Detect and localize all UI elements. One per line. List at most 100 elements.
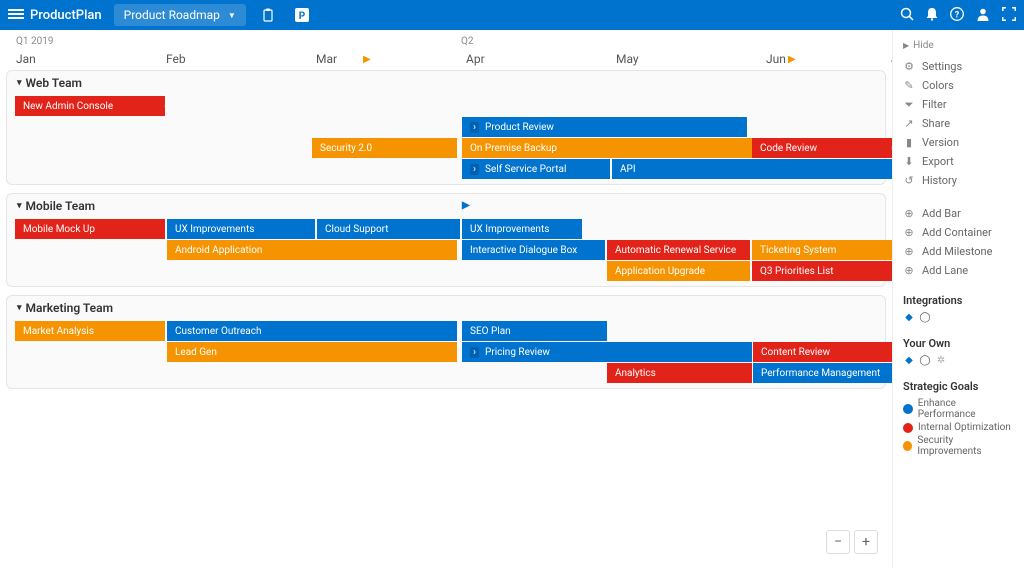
integration-diamond-icon[interactable]: ◆ xyxy=(903,311,915,323)
help-icon[interactable]: ? xyxy=(950,7,964,24)
bar-label: New Admin Console xyxy=(23,101,113,112)
bar-label: Ticketing System xyxy=(760,245,836,256)
bar-label: Mobile Mock Up xyxy=(23,224,95,235)
roadmap-bar[interactable]: Analytics xyxy=(607,363,752,383)
plus-circle-icon: ⊕ xyxy=(903,227,915,239)
track: AnalyticsPerformance Management xyxy=(7,363,885,383)
bar-label: Q3 Priorities List xyxy=(760,266,834,277)
milestone-connector-icon xyxy=(891,143,892,153)
bar-label: Analytics xyxy=(615,368,656,379)
track: New Admin Console xyxy=(7,96,885,116)
clipboard-button[interactable] xyxy=(256,3,280,27)
roadmap-area[interactable]: Q1 2019Q2QJanFebMarAprMayJunJ▶▶ ▾Web Tea… xyxy=(0,30,892,568)
sidebar-share[interactable]: ↗Share xyxy=(903,114,1014,133)
lane: ▾Marketing TeamMarket AnalysisCustomer O… xyxy=(6,295,886,389)
integration-icons: ◆ ◯ xyxy=(903,311,1014,323)
sidebar-export[interactable]: ⬇Export xyxy=(903,152,1014,171)
history-icon: ↺ xyxy=(903,175,915,187)
roadmap-name: Product Roadmap xyxy=(124,8,220,22)
bar-label: On Premise Backup xyxy=(470,143,557,154)
sidebar-version[interactable]: ▮Version xyxy=(903,133,1014,152)
roadmap-bar[interactable]: Security 2.0 xyxy=(312,138,457,158)
own-gear-icon[interactable]: ✲ xyxy=(935,354,947,366)
roadmap-bar[interactable]: On Premise Backup xyxy=(462,138,752,158)
strategic-goal[interactable]: Enhance Performance xyxy=(903,397,1014,421)
user-icon[interactable] xyxy=(976,7,990,24)
parking-button[interactable]: P xyxy=(290,3,314,27)
brand-name: ProductPlan xyxy=(30,8,102,23)
bar-label: UX Improvements xyxy=(470,224,549,235)
roadmap-bar[interactable]: Q3 Priorities List xyxy=(752,261,892,281)
strategic-goal[interactable]: Internal Optimization xyxy=(903,421,1014,434)
sidebar-add-lane[interactable]: ⊕Add Lane xyxy=(903,261,1014,280)
plus-circle-icon: ⊕ xyxy=(903,246,915,258)
zoom-controls: − + xyxy=(822,530,878,554)
strategic-goal[interactable]: Security Improvements xyxy=(903,434,1014,458)
lane-header[interactable]: ▾Web Team xyxy=(7,71,885,95)
roadmap-bar[interactable]: Customer Outreach xyxy=(167,321,457,341)
own-diamond-icon[interactable]: ◆ xyxy=(903,354,915,366)
zoom-out-button[interactable]: − xyxy=(826,530,850,554)
roadmap-bar[interactable]: Application Upgrade xyxy=(607,261,750,281)
roadmap-bar[interactable]: Market Analysis xyxy=(15,321,165,341)
track: Android Application Interactive Dialogue … xyxy=(7,240,885,260)
sidebar-link-label: Filter xyxy=(922,98,947,111)
sidebar-link-label: History xyxy=(922,174,957,187)
roadmap-bar[interactable]: Ticketing System xyxy=(752,240,892,260)
roadmap-bar[interactable]: ›Pricing Review xyxy=(462,342,752,362)
track: Lead Gen›Pricing Review Content Review xyxy=(7,342,885,362)
your-own-icons: ◆ ◯ ✲ xyxy=(903,354,1014,366)
roadmap-bar[interactable]: Lead Gen xyxy=(167,342,457,362)
roadmap-bar[interactable]: Mobile Mock Up xyxy=(15,219,165,239)
brand[interactable]: ProductPlan xyxy=(8,8,102,23)
timeline-header: Q1 2019Q2QJanFebMarAprMayJunJ▶▶ xyxy=(6,36,886,70)
plus-circle-icon: ⊕ xyxy=(903,265,915,277)
sidebar-add-bar[interactable]: ⊕Add Bar xyxy=(903,204,1014,223)
track: ›Product Review xyxy=(7,117,885,137)
lane-header[interactable]: ▾Marketing Team xyxy=(7,296,885,320)
sidebar-link-label: Colors xyxy=(922,79,954,92)
main: Q1 2019Q2QJanFebMarAprMayJunJ▶▶ ▾Web Tea… xyxy=(0,30,1024,568)
sidebar-link-label: Settings xyxy=(922,60,962,73)
roadmap-bar[interactable]: Performance Management xyxy=(753,363,892,383)
sidebar-history[interactable]: ↺ History xyxy=(903,171,1014,190)
fullscreen-icon[interactable] xyxy=(1002,7,1016,24)
sidebar: ▶ Hide ⚙Settings✎Colors⏷Filter↗Share▮Ver… xyxy=(892,30,1024,568)
zoom-in-button[interactable]: + xyxy=(854,530,878,554)
roadmap-bar[interactable]: UX Improvements xyxy=(167,219,315,239)
roadmap-selector[interactable]: Product Roadmap ▼ xyxy=(114,4,246,26)
bar-label: Android Application xyxy=(175,245,262,256)
month-label: Jun xyxy=(766,52,786,66)
roadmap-bar[interactable]: UX Improvements xyxy=(462,219,582,239)
timeline-marker-icon: ▶ xyxy=(788,54,796,65)
integration-github-icon[interactable]: ◯ xyxy=(919,311,931,323)
sidebar-settings[interactable]: ⚙Settings xyxy=(903,57,1014,76)
sidebar-add-container[interactable]: ⊕Add Container xyxy=(903,223,1014,242)
milestone-connector-icon xyxy=(164,101,165,111)
track: ›Self Service PortalAPI xyxy=(7,159,885,179)
bar-label: Content Review xyxy=(761,347,830,358)
roadmap-bar[interactable]: Automatic Renewal Service xyxy=(607,240,750,260)
sidebar-add-milestone[interactable]: ⊕Add Milestone xyxy=(903,242,1014,261)
lane-play-icon: ▶ xyxy=(462,200,470,211)
sidebar-colors[interactable]: ✎Colors xyxy=(903,76,1014,95)
lane-header[interactable]: ▾Mobile Team▶ xyxy=(7,194,885,218)
roadmap-bar[interactable]: Cloud Support xyxy=(317,219,460,239)
roadmap-bar[interactable]: Android Application xyxy=(167,240,457,260)
roadmap-bar[interactable]: ›Self Service Portal xyxy=(462,159,610,179)
sidebar-filter[interactable]: ⏷Filter xyxy=(903,95,1014,114)
own-circle-icon[interactable]: ◯ xyxy=(919,354,931,366)
sidebar-hide[interactable]: ▶ Hide xyxy=(903,38,1014,57)
lanes-container: ▾Web Team New Admin Console ›Product Revie… xyxy=(6,70,886,389)
roadmap-bar[interactable]: SEO Plan xyxy=(462,321,607,341)
roadmap-bar[interactable]: Interactive Dialogue Box xyxy=(462,240,605,260)
roadmap-bar[interactable]: New Admin Console xyxy=(15,96,165,116)
search-icon[interactable] xyxy=(900,7,914,24)
expand-arrow-icon: › xyxy=(470,347,479,358)
bell-icon[interactable] xyxy=(926,7,938,24)
version-icon: ▮ xyxy=(903,137,915,149)
roadmap-bar[interactable]: Content Review xyxy=(753,342,892,362)
roadmap-bar[interactable]: API xyxy=(612,159,892,179)
roadmap-bar[interactable]: Code Review xyxy=(752,138,892,158)
roadmap-bar[interactable]: ›Product Review xyxy=(462,117,747,137)
